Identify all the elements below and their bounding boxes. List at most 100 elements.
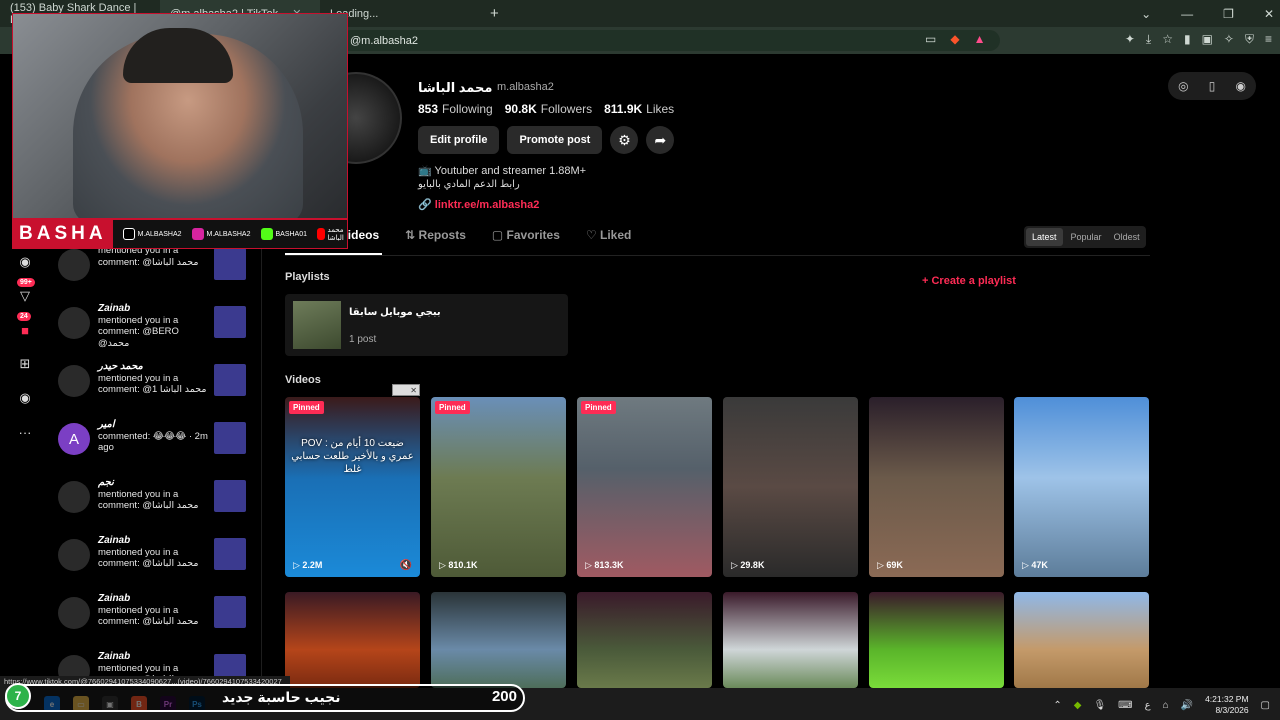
new-tab-icon[interactable]: + (490, 5, 499, 22)
language-indicator[interactable]: ع (1145, 700, 1151, 711)
followers-stat[interactable]: 90.8K Followers (505, 102, 592, 116)
wallet-icon[interactable]: ▣ (1202, 32, 1213, 47)
keyboard-icon[interactable]: ⌨ (1118, 700, 1132, 711)
video-thumbnail[interactable] (723, 592, 858, 688)
notification-thumbnail[interactable] (214, 364, 246, 396)
brave-rewards-icon[interactable]: ▲ (974, 32, 986, 46)
sidebar-icon[interactable]: ▮ (1184, 32, 1191, 47)
video-thumbnail[interactable] (431, 592, 566, 688)
tab-favorites[interactable]: ▢ Favorites (492, 228, 560, 242)
compass-icon[interactable]: ◎ (1178, 79, 1188, 93)
phone-icon[interactable]: ▯ (1209, 79, 1216, 93)
notification-username[interactable]: نجم (98, 477, 210, 489)
sort-popular[interactable]: Popular (1065, 226, 1108, 248)
tray-up-icon[interactable]: ⌃ (1053, 700, 1061, 711)
tray-nvidia-icon[interactable]: ◆ (1074, 700, 1082, 711)
tab-liked[interactable]: ♡ Liked (586, 228, 631, 242)
volume-icon[interactable]: 🔊 (1181, 700, 1193, 711)
notification-avatar[interactable] (58, 481, 90, 513)
video-thumbnail[interactable] (1014, 592, 1149, 688)
network-icon[interactable]: ⌂ (1163, 700, 1169, 711)
notification-item[interactable]: Zainab mentioned you in a comment: @BERO … (50, 298, 260, 356)
leo-icon[interactable]: ✧ (1224, 32, 1234, 47)
profile-handle: m.albasha2 (497, 81, 554, 93)
notification-username[interactable]: امير (98, 419, 210, 431)
video-thumbnail[interactable]: ▷ 47K (1014, 397, 1149, 577)
notification-item[interactable]: Zainabmentioned you in a comment: @محمد … (50, 530, 260, 588)
notification-thumbnail[interactable] (214, 480, 246, 512)
notification-avatar[interactable] (58, 597, 90, 629)
download-icon[interactable]: ⤓ (1146, 32, 1151, 47)
playlist-card[interactable]: ببجي موبايل سابقا 1 post (285, 294, 568, 356)
sort-latest[interactable]: Latest (1026, 228, 1063, 246)
notification-avatar[interactable] (58, 365, 90, 397)
notification-thumbnail[interactable] (214, 538, 246, 570)
bio-link[interactable]: 🔗 linktr.ee/m.albasha2 (418, 198, 539, 211)
video-thumbnail[interactable]: Pinned ▷ 810.1K (431, 397, 566, 577)
notification-thumbnail[interactable] (214, 422, 246, 454)
play-icon: ▷ (439, 560, 449, 570)
mute-icon[interactable]: 🔇 (400, 560, 412, 571)
sort-oldest[interactable]: Oldest (1108, 226, 1146, 248)
menu-icon[interactable]: ≡ (1265, 32, 1272, 47)
profile-small-icon[interactable]: ◉ (15, 388, 35, 408)
address-bar[interactable]: @m.albasha2 (340, 30, 1000, 51)
bookmarks-icon[interactable]: ☆ (1162, 32, 1173, 47)
video-thumbnail[interactable] (869, 592, 1004, 688)
activity-icon[interactable]: ▽ 99+ (15, 278, 35, 306)
edit-profile-button[interactable]: Edit profile (418, 126, 500, 154)
notification-username[interactable]: Zainab (98, 303, 210, 315)
brave-shield-icon[interactable]: ◆ (950, 32, 959, 46)
notification-text-block: Zainab mentioned you in a comment: @BERO … (98, 303, 210, 349)
social-tiktok-label: M.ALBASHA2 (137, 230, 182, 238)
video-thumbnail[interactable]: Pinned ▷ 813.3K (577, 397, 712, 577)
clock[interactable]: 4:21:32 PM 8/3/2026 (1205, 694, 1248, 716)
tab-list-icon[interactable]: ⌄ (1141, 7, 1151, 21)
notification-item[interactable]: نجم mentioned you in a comment: @محمد الب… (50, 472, 260, 530)
social-instagram-label: M.ALBASHA2 (206, 230, 251, 238)
notification-thumbnail[interactable] (214, 248, 246, 280)
profile-rail-icon[interactable]: ◉ (15, 252, 35, 272)
ad-close-icon[interactable]: ✕ (392, 384, 420, 396)
notification-avatar[interactable]: A (58, 423, 90, 455)
close-window-icon[interactable]: ✕ (1264, 7, 1274, 21)
bio-line-2: رابط الدعم المادي بالبايو (418, 179, 520, 190)
notification-username[interactable]: Zainab (98, 535, 210, 547)
notification-item[interactable]: A امير commented: 😂😂😂 · 2m ago (50, 414, 260, 472)
user-avatar-icon[interactable]: ◉ (1235, 79, 1245, 93)
notification-avatar[interactable] (58, 539, 90, 571)
share-arrow-icon[interactable]: ➦ (646, 126, 675, 154)
video-thumbnail[interactable]: Pinned POV : ضيعت 10 أيام من عمري و بالأخ… (285, 397, 420, 577)
messages-icon[interactable]: ■ 24 (15, 312, 35, 340)
mic-icon[interactable]: 🎙 (1093, 700, 1106, 711)
notification-thumbnail[interactable] (214, 306, 246, 338)
notification-username[interactable]: محمد حيدر (98, 361, 210, 373)
more-icon[interactable]: ··· (15, 422, 35, 442)
notification-avatar[interactable] (58, 249, 90, 281)
video-thumbnail[interactable]: ▷ 29.8K (723, 397, 858, 577)
following-stat[interactable]: 853 Following (418, 102, 493, 116)
notification-center-icon[interactable]: ▢ (1261, 700, 1270, 711)
create-playlist-button[interactable]: + Create a playlist (922, 275, 1016, 287)
minimize-icon[interactable]: — (1181, 7, 1193, 21)
notification-item[interactable]: Zainabmentioned you in a comment: @محمد … (50, 588, 260, 646)
notification-thumbnail[interactable] (214, 596, 246, 628)
video-thumbnail[interactable] (577, 592, 712, 688)
promote-post-button[interactable]: Promote post (507, 126, 603, 154)
tab-reposts[interactable]: ⇅ Reposts (405, 228, 466, 242)
likes-stat: 811.9K Likes (604, 102, 674, 116)
settings-gear-icon[interactable]: ⚙ (610, 126, 639, 154)
play-icon: ▷ (877, 560, 887, 570)
extensions-icon[interactable]: ✦ (1125, 32, 1135, 47)
upload-icon[interactable]: ⊞ (15, 354, 35, 374)
video-thumbnail[interactable]: ▷ 69K (869, 397, 1004, 577)
notification-item[interactable]: محمد حيدر mentioned you in a comment: @1 … (50, 356, 260, 414)
following-label: Following (442, 102, 493, 116)
video-thumbnail[interactable] (285, 592, 420, 688)
maximize-icon[interactable]: ❐ (1223, 7, 1234, 21)
notification-username[interactable]: Zainab (98, 593, 210, 605)
vpn-icon[interactable]: ⛨ (1245, 32, 1254, 47)
notification-avatar[interactable] (58, 307, 90, 339)
cast-icon[interactable]: ▭ (925, 32, 936, 46)
notification-username[interactable]: Zainab (98, 651, 210, 663)
